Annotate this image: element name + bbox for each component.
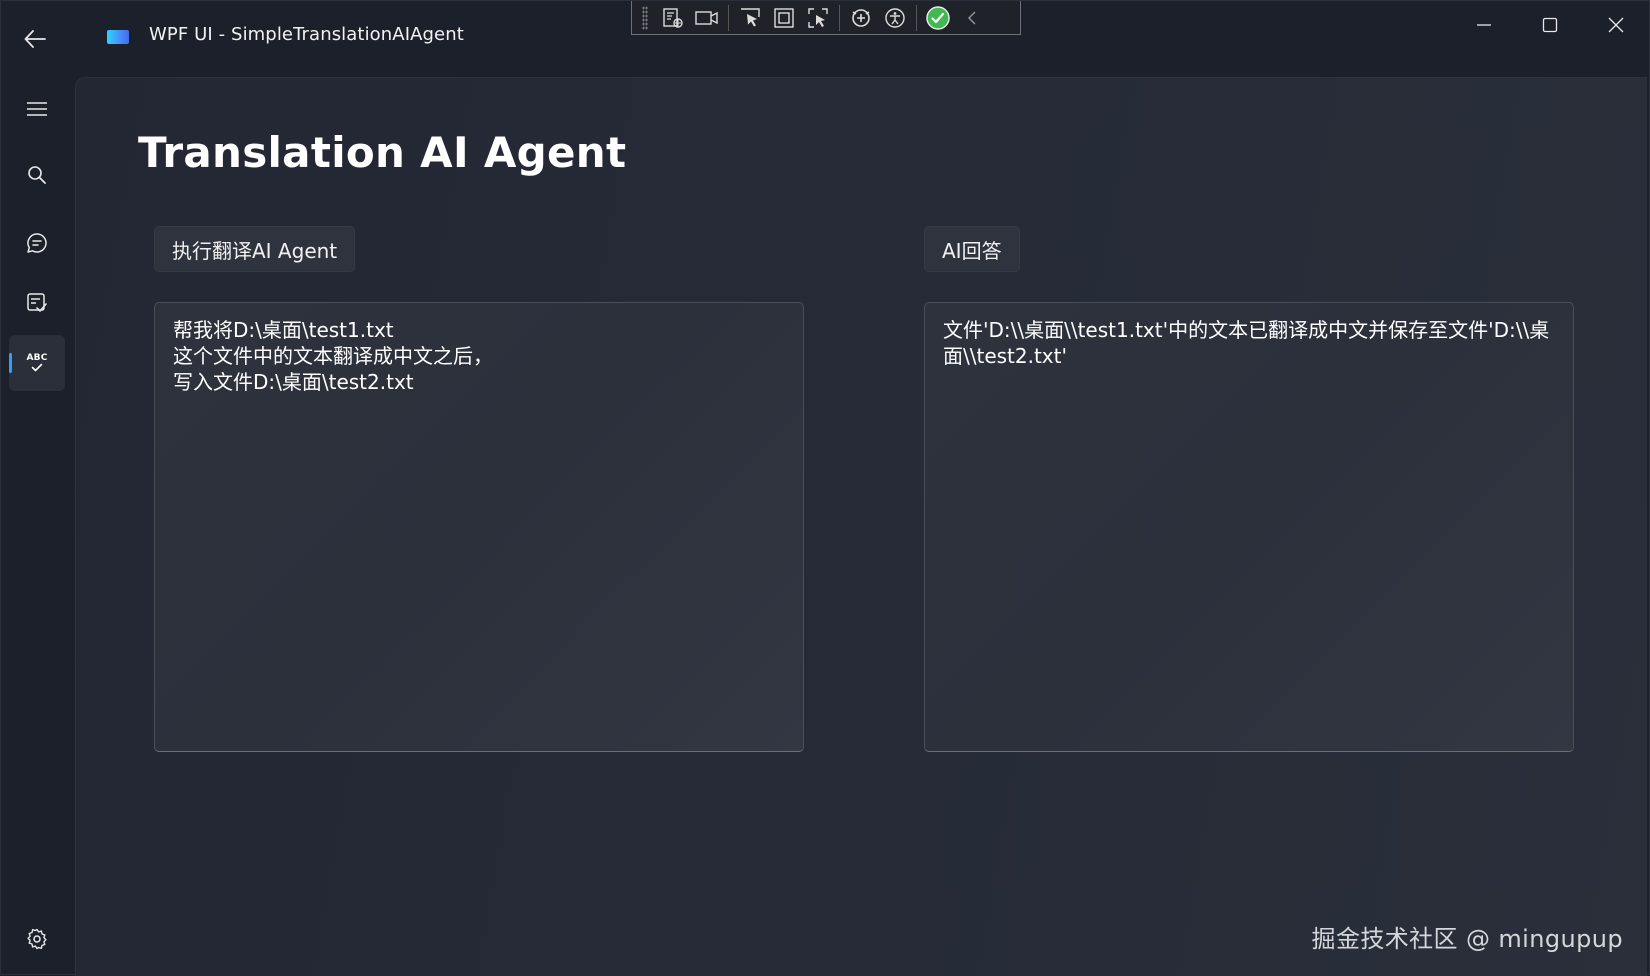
answer-textbox[interactable]: 文件'D:\\桌面\\test1.txt'中的文本已翻译成中文并保存至文件'D:… xyxy=(924,302,1574,752)
hot-reload-icon[interactable] xyxy=(844,3,878,33)
chat-icon xyxy=(27,233,47,253)
input-textbox[interactable]: 帮我将D:\桌面\test1.txt 这个文件中的文本翻译成中文之后， 写入文件… xyxy=(154,302,804,752)
nav-item-settings[interactable] xyxy=(9,911,65,967)
gear-icon xyxy=(27,928,47,950)
title-bar: WPF UI - SimpleTranslationAIAgent xyxy=(1,1,1649,73)
minimize-icon xyxy=(1477,24,1491,26)
maximize-icon xyxy=(1542,17,1558,33)
check-circle-icon[interactable] xyxy=(921,3,955,33)
debug-toolbar xyxy=(631,1,1021,35)
main-content: Translation AI Agent 执行翻译AI Agent AI回答 帮… xyxy=(75,77,1647,976)
arrow-left-icon xyxy=(24,30,46,48)
ai-answer-button[interactable]: AI回答 xyxy=(924,226,1020,272)
search-icon xyxy=(28,166,46,184)
select-element-icon[interactable] xyxy=(733,3,767,33)
live-visual-tree-icon[interactable] xyxy=(656,3,690,33)
display-layout-adorners-icon[interactable] xyxy=(767,3,801,33)
nav-item-chat[interactable] xyxy=(9,215,65,271)
nav-menu-toggle[interactable] xyxy=(9,81,65,137)
toolbar-separator xyxy=(728,4,729,31)
watermark: 掘金技术社区 @ mingupup xyxy=(1311,925,1623,953)
nav-item-translation[interactable]: ABC xyxy=(9,335,65,391)
navigation-sidebar: ABC xyxy=(1,73,75,976)
app-logo-icon xyxy=(107,30,129,44)
app-window: WPF UI - SimpleTranslationAIAgent ABC Tr… xyxy=(0,0,1650,976)
accessibility-icon[interactable] xyxy=(878,3,912,33)
maximize-button[interactable] xyxy=(1517,1,1583,49)
close-icon xyxy=(1608,17,1624,33)
record-icon[interactable] xyxy=(690,3,724,33)
nav-item-search[interactable] xyxy=(9,147,65,203)
abc-icon-label: ABC xyxy=(26,353,48,363)
window-controls xyxy=(1451,1,1649,49)
nav-item-tasks[interactable] xyxy=(9,275,65,331)
active-indicator xyxy=(9,353,12,373)
collapse-chevron-icon[interactable] xyxy=(955,3,989,33)
close-button[interactable] xyxy=(1583,1,1649,49)
checklist-icon xyxy=(27,293,47,313)
back-button[interactable] xyxy=(17,23,53,55)
window-title: WPF UI - SimpleTranslationAIAgent xyxy=(149,24,464,45)
abc-check-icon: ABC xyxy=(26,354,47,372)
toolbar-separator xyxy=(916,4,917,31)
run-translation-agent-button[interactable]: 执行翻译AI Agent xyxy=(154,226,356,272)
track-focus-icon[interactable] xyxy=(801,3,835,33)
toolbar-grip[interactable] xyxy=(642,5,648,30)
toolbar-separator xyxy=(839,4,840,31)
page-title: Translation AI Agent xyxy=(138,128,627,177)
minimize-button[interactable] xyxy=(1451,1,1517,49)
hamburger-icon xyxy=(27,102,47,116)
